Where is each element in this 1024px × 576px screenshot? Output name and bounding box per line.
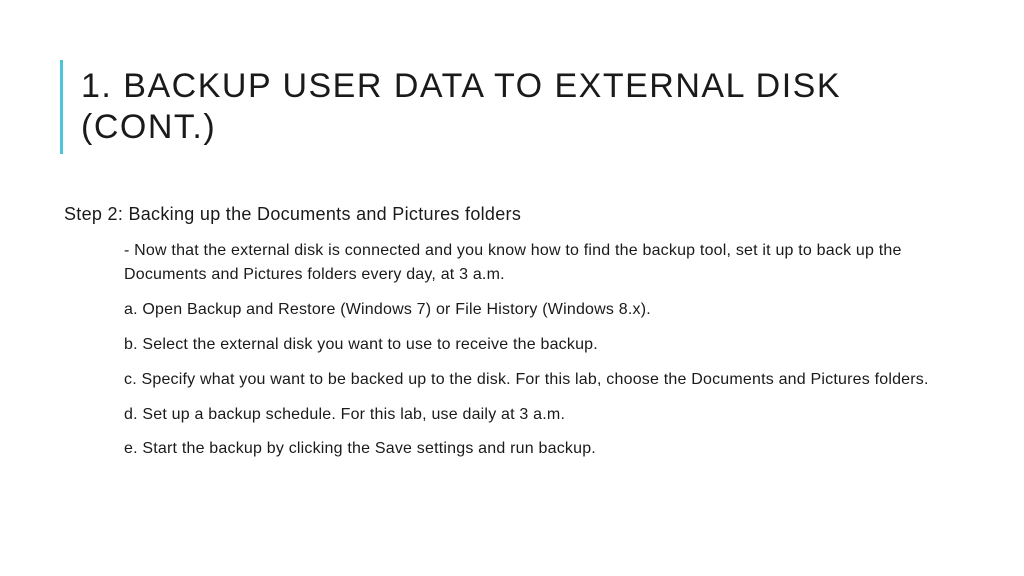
step-heading: Step 2: Backing up the Documents and Pic… <box>64 204 964 225</box>
step-body: - Now that the external disk is connecte… <box>64 239 964 463</box>
content-area: Step 2: Backing up the Documents and Pic… <box>60 204 964 463</box>
slide-title: 1. BACKUP USER DATA TO EXTERNAL DISK (CO… <box>81 60 964 154</box>
accent-bar-icon <box>60 60 63 154</box>
intro-text: - Now that the external disk is connecte… <box>124 239 944 289</box>
title-block: 1. BACKUP USER DATA TO EXTERNAL DISK (CO… <box>60 60 964 154</box>
step-b: b. Select the external disk you want to … <box>124 333 944 358</box>
step-c: c. Specify what you want to be backed up… <box>124 368 944 393</box>
step-e: e. Start the backup by clicking the Save… <box>124 437 944 462</box>
step-a: a. Open Backup and Restore (Windows 7) o… <box>124 298 944 323</box>
step-d: d. Set up a backup schedule. For this la… <box>124 403 944 428</box>
